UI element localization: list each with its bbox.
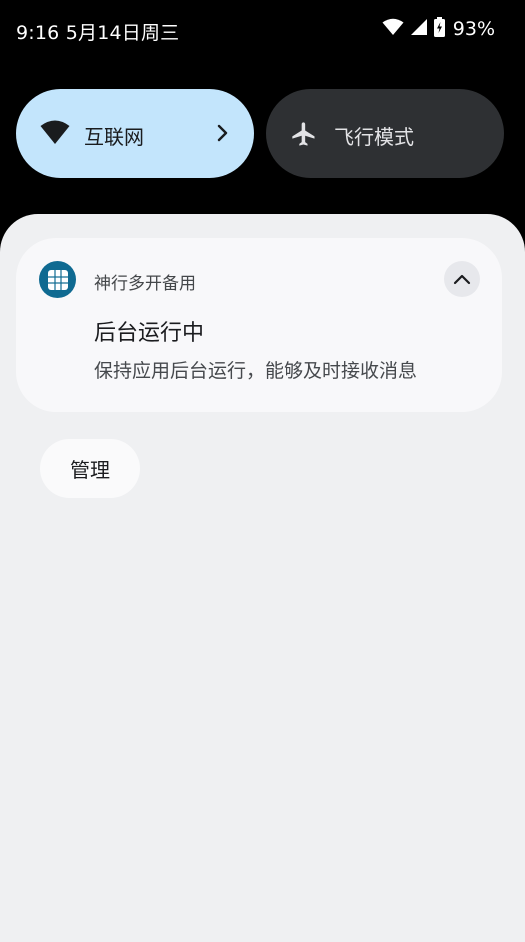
notification-body: 保持应用后台运行，能够及时接收消息	[94, 360, 418, 382]
manage-button[interactable]: 管理	[40, 439, 140, 498]
battery-percentage: 93%	[452, 18, 495, 40]
internet-tile[interactable]: 互联网	[16, 89, 254, 178]
notification-card[interactable]: 神行多开备用 后台运行中 保持应用后台运行，能够及时接收消息	[16, 238, 502, 412]
notification-title: 后台运行中	[94, 321, 205, 346]
battery-charging-icon	[433, 17, 445, 41]
airplane-icon	[290, 120, 320, 148]
status-time-date: 9:16 5月14日周三	[16, 22, 180, 44]
status-indicators: 93%	[382, 17, 495, 41]
wifi-icon	[40, 120, 70, 148]
chevron-up-icon	[452, 270, 472, 289]
internet-tile-label: 互联网	[84, 125, 144, 149]
collapse-notification-button[interactable]	[444, 261, 480, 297]
wifi-icon	[382, 18, 404, 40]
chevron-right-icon	[216, 123, 230, 143]
cellular-signal-icon	[410, 18, 428, 40]
status-bar: 9:16 5月14日周三 93%	[0, 0, 525, 60]
notification-app-name: 神行多开备用	[94, 274, 196, 294]
grid-app-icon	[39, 261, 76, 298]
airplane-mode-tile-label: 飞行模式	[334, 125, 414, 149]
notification-shade-screen: 9:16 5月14日周三 93% 互联网 飞行模式 神行多开备用 后台运行中 保…	[0, 0, 525, 942]
airplane-mode-tile[interactable]: 飞行模式	[266, 89, 504, 178]
